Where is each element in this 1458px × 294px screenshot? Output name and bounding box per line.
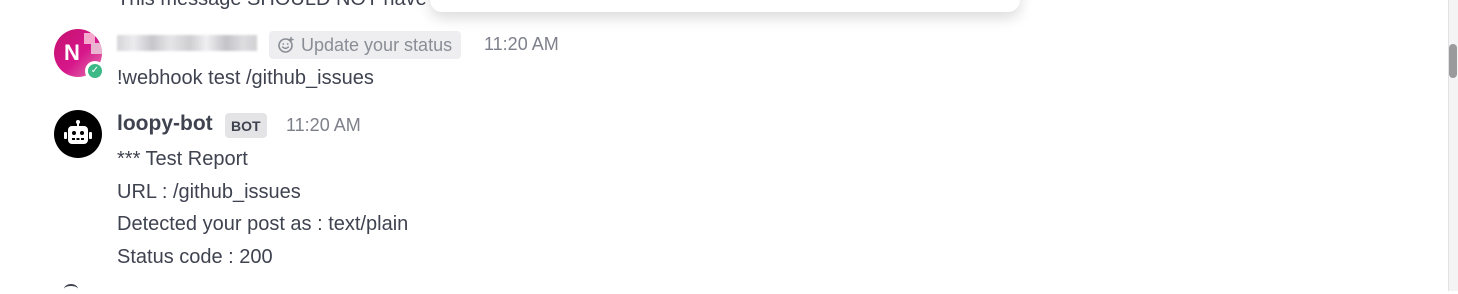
bot-badge: BOT: [225, 113, 267, 138]
report-line: *** Test Report: [117, 148, 248, 170]
username-blurred[interactable]: [117, 35, 257, 51]
report-line: Status code : 200: [117, 246, 273, 268]
online-status-icon: ✓: [85, 61, 105, 81]
hover-menu-shadow: [430, 0, 1020, 12]
post-time[interactable]: 11:20 AM: [286, 115, 361, 136]
update-status-label: Update your status: [301, 34, 453, 55]
next-avatar-peek: [64, 284, 78, 294]
message-text: !webhook test /github_issues: [117, 67, 374, 89]
avatar-initial: N: [64, 40, 80, 65]
report-line: Detected your post as : text/plain: [117, 213, 409, 235]
avatar-pixel: [91, 43, 102, 54]
post-time[interactable]: 11:20 AM: [484, 34, 559, 55]
bot-name[interactable]: loopy-bot: [117, 112, 213, 136]
smiley-add-icon: [278, 36, 294, 53]
update-status-button[interactable]: Update your status: [269, 31, 462, 59]
report-line: URL : /github_issues: [117, 181, 301, 203]
robot-icon: [64, 120, 92, 144]
scrollbar-thumb[interactable]: [1449, 44, 1457, 78]
bot-avatar[interactable]: [54, 110, 102, 158]
